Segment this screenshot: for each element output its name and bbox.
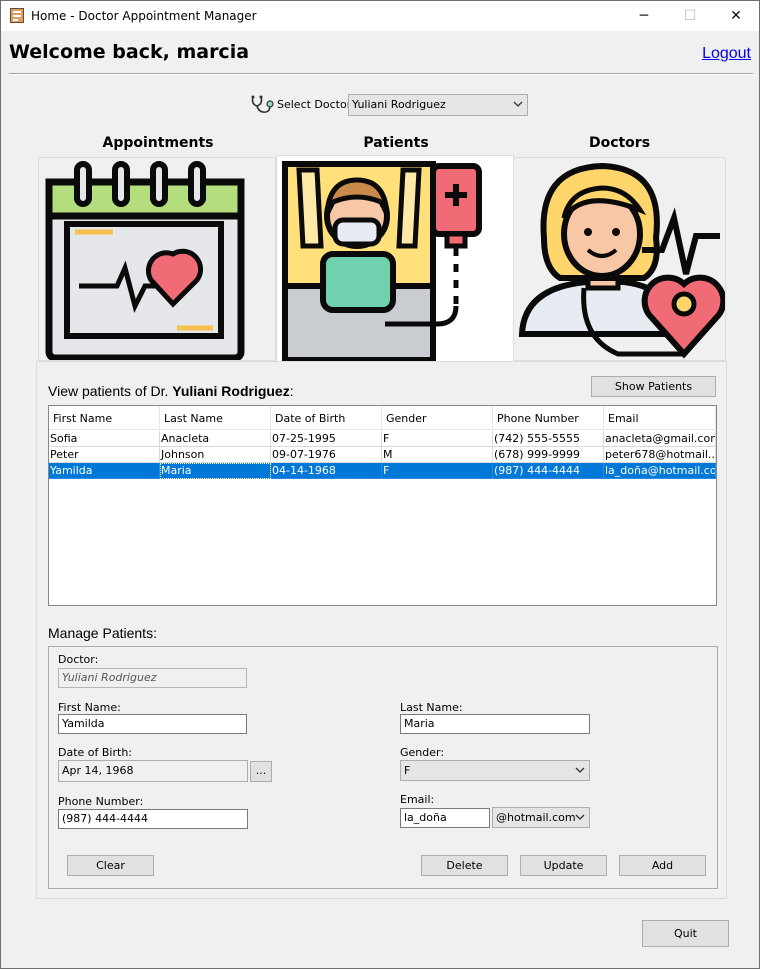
table-header: First Name Last Name Date of Birth Gende… xyxy=(49,406,716,430)
chevron-down-icon xyxy=(513,101,523,107)
phone-field[interactable]: (987) 444-4444 xyxy=(58,809,248,829)
table-cell: (678) 999-9999 xyxy=(493,447,604,463)
header-divider xyxy=(9,73,753,75)
column-header[interactable]: Email xyxy=(604,406,716,430)
last-name-field[interactable]: Maria xyxy=(400,714,590,734)
dob-label: Date of Birth: xyxy=(58,746,133,759)
patient-bed-icon xyxy=(282,161,482,363)
tab-doctors-label[interactable]: Doctors xyxy=(513,135,726,151)
main-window: Home - Doctor Appointment Manager ─ ☐ ✕ … xyxy=(0,0,760,969)
email-label: Email: xyxy=(400,793,435,806)
view-patients-suffix: : xyxy=(289,383,294,399)
add-button[interactable]: Add xyxy=(619,855,706,876)
table-cell: M xyxy=(382,447,493,463)
tab-appointments[interactable] xyxy=(38,157,276,361)
view-patients-title: View patients of Dr. Yuliani Rodriguez: xyxy=(48,383,294,399)
doctor-select[interactable]: Yuliani Rodriguez xyxy=(348,94,528,116)
table-cell: anacleta@gmail.com xyxy=(604,431,716,447)
select-doctor-label: Select Doctor: xyxy=(277,98,355,111)
view-patients-prefix: View patients of Dr. xyxy=(48,383,169,399)
last-name-label: Last Name: xyxy=(400,701,463,714)
close-button[interactable]: ✕ xyxy=(713,1,759,31)
column-header[interactable]: Phone Number xyxy=(493,406,604,430)
tab-patients-label[interactable]: Patients xyxy=(277,135,515,151)
column-header[interactable]: First Name xyxy=(49,406,160,430)
doctor-field: Yuliani Rodriguez xyxy=(58,668,247,688)
logout-link[interactable]: Logout xyxy=(702,45,751,63)
first-name-field[interactable]: Yamilda xyxy=(58,714,247,734)
app-icon xyxy=(10,8,24,23)
patients-table: First Name Last Name Date of Birth Gende… xyxy=(48,405,717,606)
table-row-selected[interactable]: Yamilda Maria 04-14-1968 F (987) 444-444… xyxy=(49,463,716,479)
column-header[interactable]: Last Name xyxy=(160,406,271,430)
tab-appointments-label[interactable]: Appointments xyxy=(39,135,277,151)
table-cell: 07-25-1995 xyxy=(271,431,382,447)
table-cell: Yamilda xyxy=(49,463,160,479)
stethoscope-icon xyxy=(251,95,274,113)
minimize-button[interactable]: ─ xyxy=(621,1,667,31)
table-cell: la_doña@hotmail.com xyxy=(604,463,716,479)
table-cell: (987) 444-4444 xyxy=(493,463,604,479)
table-cell: (742) 555-5555 xyxy=(493,431,604,447)
table-row[interactable]: Sofia Anacleta 07-25-1995 F (742) 555-55… xyxy=(49,431,716,447)
welcome-heading: Welcome back, marcia xyxy=(9,41,250,63)
column-header[interactable]: Date of Birth xyxy=(271,406,382,430)
column-header[interactable]: Gender xyxy=(382,406,493,430)
tab-patients[interactable] xyxy=(276,155,514,363)
chevron-down-icon xyxy=(575,814,585,820)
view-patients-doctor: Yuliani Rodriguez xyxy=(172,383,290,399)
doctor-icon xyxy=(518,162,725,359)
update-button[interactable]: Update xyxy=(520,855,607,876)
table-cell: Johnson xyxy=(160,447,271,463)
date-picker-button[interactable]: ... xyxy=(250,761,272,782)
show-patients-button[interactable]: Show Patients xyxy=(591,376,716,397)
gender-select-value: F xyxy=(404,764,411,777)
first-name-label: First Name: xyxy=(58,701,121,714)
email-user-field[interactable]: la_doña xyxy=(400,808,490,828)
gender-select[interactable]: F xyxy=(400,760,590,781)
quit-button[interactable]: Quit xyxy=(642,920,729,947)
table-cell: Peter xyxy=(49,447,160,463)
manage-patients-title: Manage Patients: xyxy=(48,625,157,641)
chevron-down-icon xyxy=(575,767,585,773)
table-row[interactable]: Peter Johnson 09-07-1976 M (678) 999-999… xyxy=(49,447,716,463)
email-domain-value: @hotmail.com xyxy=(496,811,576,824)
phone-label: Phone Number: xyxy=(58,795,144,808)
title-bar: Home - Doctor Appointment Manager ─ ☐ ✕ xyxy=(1,1,759,31)
window-title: Home - Doctor Appointment Manager xyxy=(31,9,257,23)
doctor-label: Doctor: xyxy=(58,653,99,666)
clear-button[interactable]: Clear xyxy=(67,855,154,876)
table-cell: Sofia xyxy=(49,431,160,447)
table-cell: Anacleta xyxy=(160,431,271,447)
gender-label: Gender: xyxy=(400,746,445,759)
table-cell: 04-14-1968 xyxy=(271,463,382,479)
tab-doctors[interactable] xyxy=(513,157,726,361)
table-cell: Maria xyxy=(160,463,271,479)
delete-button[interactable]: Delete xyxy=(421,855,508,876)
table-cell: F xyxy=(382,431,493,447)
calendar-heart-icon xyxy=(45,161,245,360)
dob-field[interactable]: Apr 14, 1968 xyxy=(58,760,248,782)
maximize-button[interactable]: ☐ xyxy=(667,1,713,31)
table-cell: 09-07-1976 xyxy=(271,447,382,463)
table-cell: F xyxy=(382,463,493,479)
email-domain-select[interactable]: @hotmail.com xyxy=(492,807,590,828)
doctor-select-value: Yuliani Rodriguez xyxy=(352,98,446,111)
table-cell: peter678@hotmail.... xyxy=(604,447,716,463)
